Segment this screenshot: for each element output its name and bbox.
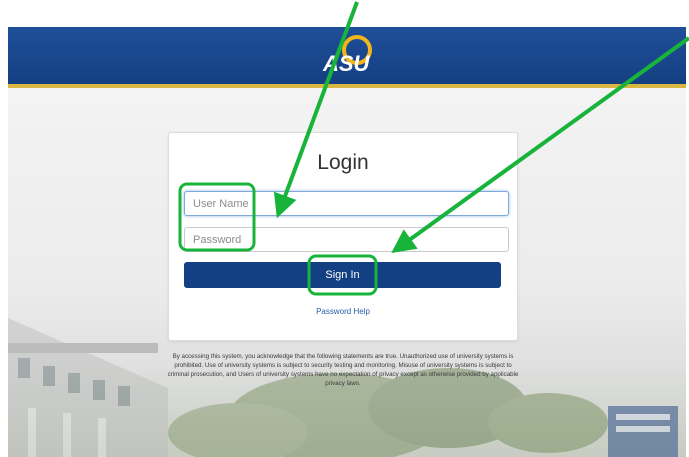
asu-logo: ASU xyxy=(322,35,372,76)
password-help-link[interactable]: Password Help xyxy=(169,307,517,316)
site-header: ASU xyxy=(8,27,686,88)
legal-disclaimer: By accessing this system, you acknowledg… xyxy=(167,353,519,387)
login-page: ASU Login Sign In Password Help By acces… xyxy=(0,0,689,457)
login-title: Login xyxy=(317,151,369,174)
logo-text: ASU xyxy=(322,51,371,76)
password-input[interactable] xyxy=(184,227,509,252)
sign-in-button[interactable]: Sign In xyxy=(184,262,501,288)
username-input[interactable] xyxy=(184,191,509,216)
login-card: Login Sign In Password Help xyxy=(168,132,518,341)
